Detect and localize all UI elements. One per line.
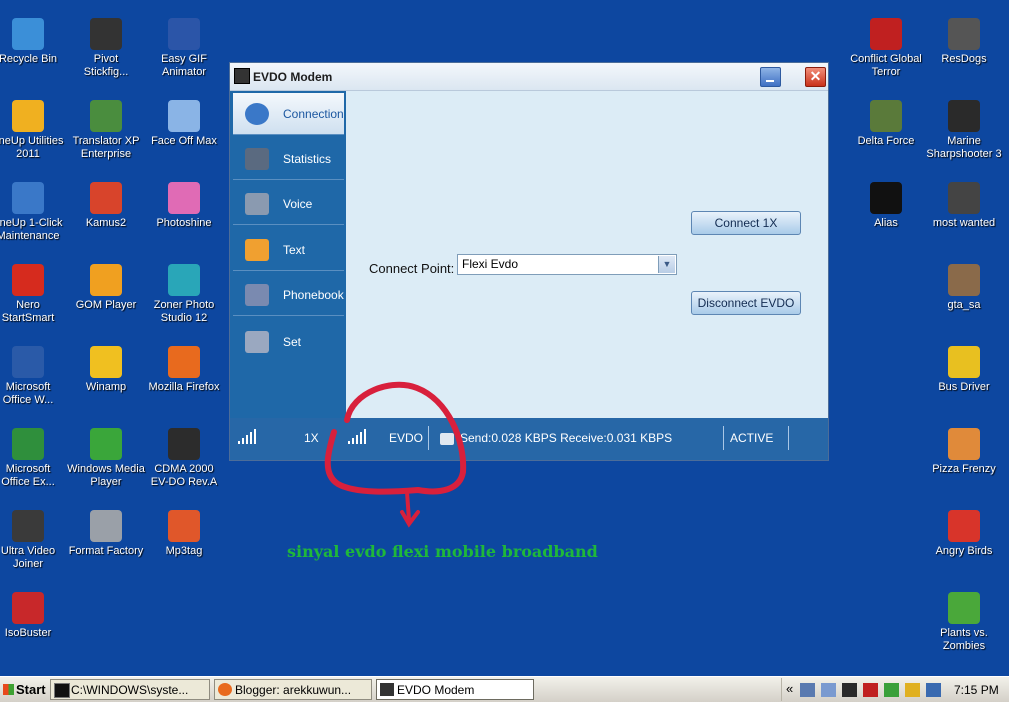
windows-flag-icon — [3, 684, 14, 695]
task-label: EVDO Modem — [397, 683, 475, 697]
evdo-app-icon — [380, 683, 394, 696]
task-blogger[interactable]: Blogger: arekkuwun... — [214, 679, 372, 700]
tray-expand-button[interactable]: « — [786, 681, 793, 696]
system-tray: « 7:15 PM — [781, 678, 1009, 701]
start-button[interactable]: Start — [0, 677, 47, 702]
task-evdo-modem[interactable]: EVDO Modem — [376, 679, 534, 700]
annotation-overlay — [324, 381, 467, 528]
task-label: C:\WINDOWS\syste... — [71, 683, 189, 697]
taskbar: Start C:\WINDOWS\syste... Blogger: arekk… — [0, 676, 1009, 702]
annotation-circle — [324, 381, 467, 495]
firefox-icon — [218, 683, 232, 696]
tray-icons[interactable] — [800, 683, 950, 697]
clock: 7:15 PM — [954, 683, 999, 697]
annotation-arrow — [400, 490, 420, 528]
start-label: Start — [16, 682, 46, 697]
cmd-icon — [54, 683, 70, 698]
task-cmd[interactable]: C:\WINDOWS\syste... — [50, 679, 210, 700]
annotation-text: sinyal evdo flexi mobile broadband — [287, 542, 598, 561]
task-label: Blogger: arekkuwun... — [235, 683, 352, 697]
